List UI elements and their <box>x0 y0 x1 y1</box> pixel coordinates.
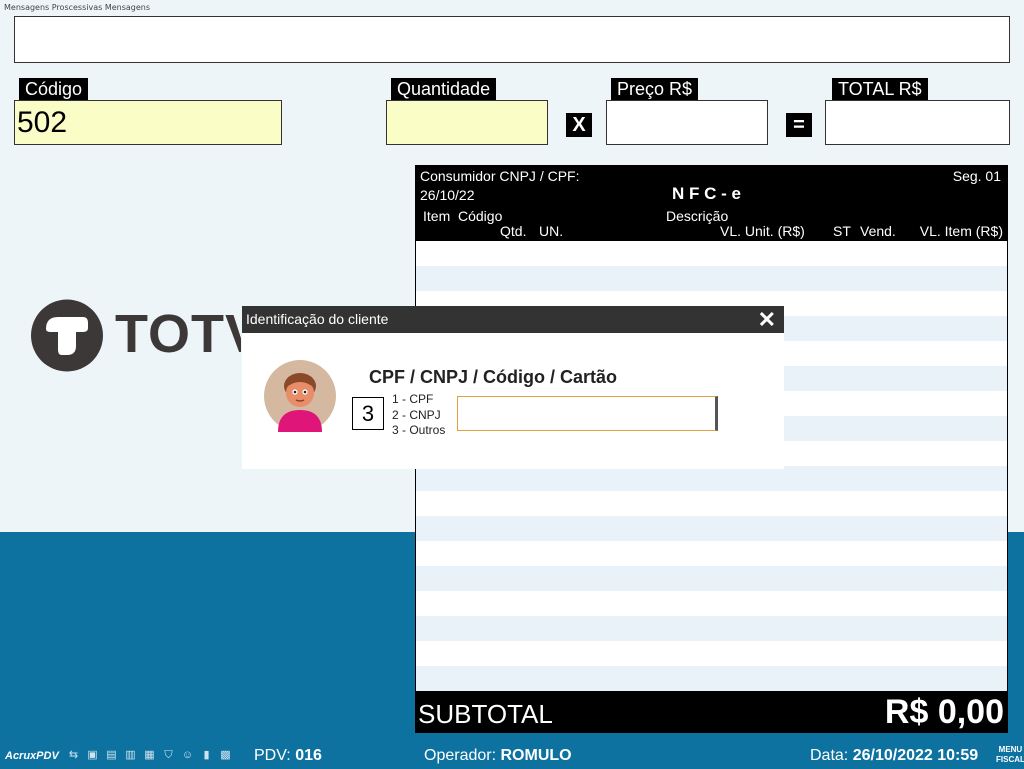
barcode-icon: ▮ <box>203 749 210 761</box>
option-cpf: 1 - CPF <box>392 392 434 406</box>
printer-icon: ▤ <box>106 749 117 761</box>
totvs-logo: TOTV <box>31 299 241 372</box>
codigo-field[interactable]: 502 <box>14 100 282 145</box>
receipt-row <box>416 641 1007 666</box>
status-bar: AcruxPDV ⇆ ▣ ▤ ▥ ▦ ⛉ ☺ ▮ ▩ PDV: 016 Oper… <box>0 742 1024 769</box>
subtotal-value: R$ 0,00 <box>884 693 1004 731</box>
col-item: Item <box>423 208 451 224</box>
col-codigo: Código <box>458 208 503 224</box>
messages-caption: Mensagens Proscessivas Mensagens <box>4 3 151 12</box>
total-label: TOTAL R$ <box>832 78 928 101</box>
menu-fiscal-button[interactable]: MENU FISCAL <box>996 745 1024 765</box>
col-vl-item: VL. Item (R$) <box>919 223 1003 239</box>
subtotal-bar: SUBTOTAL R$ 0,00 <box>416 691 1007 733</box>
logo-text: TOTV <box>115 304 241 364</box>
receipt-row <box>416 491 1007 516</box>
customer-id-dialog: Identificação do cliente ✕ CPF / CNPJ / … <box>242 306 784 469</box>
quantidade-field[interactable] <box>386 100 548 145</box>
pdv-indicator: PDV: 016 <box>254 747 322 765</box>
messages-box <box>14 16 1010 63</box>
pdv-value: 016 <box>295 747 322 764</box>
col-descricao: Descrição <box>666 208 729 224</box>
dialog-title: Identificação do cliente <box>242 306 784 333</box>
customer-avatar-icon <box>264 360 336 432</box>
operator-label: Operador: <box>424 747 497 764</box>
app-name: AcruxPDV <box>5 750 59 762</box>
date-value: 26/10/2022 10:59 <box>852 747 979 764</box>
col-un: UN. <box>539 223 564 239</box>
quantidade-label: Quantidade <box>391 78 497 101</box>
menu-fiscal-line1: MENU <box>998 745 1023 754</box>
col-qtd: Qtd. <box>500 223 527 239</box>
pdv-label: PDV: <box>254 747 291 764</box>
network-icon: ⇆ <box>68 749 79 761</box>
consumer-label: Consumidor CNPJ / CPF: <box>420 168 580 184</box>
receipt-row <box>416 591 1007 616</box>
receipt-row <box>416 241 1007 266</box>
preco-label: Preço R$ <box>611 78 699 101</box>
option-list: 1 - CPF 2 - CNPJ 3 - Outros <box>392 392 445 439</box>
scanner-icon: ▥ <box>125 749 136 761</box>
option-cnpj: 2 - CNPJ <box>392 407 441 422</box>
col-vl-unit: VL. Unit. (R$) <box>720 223 805 239</box>
receipt-row <box>416 541 1007 566</box>
status-icons: ⇆ ▣ ▤ ▥ ▦ ⛉ ☺ ▮ ▩ <box>66 748 233 762</box>
cash-drawer-icon: ▦ <box>144 749 155 761</box>
total-field[interactable] <box>825 100 1010 145</box>
preco-field[interactable] <box>606 100 768 145</box>
dialog-heading: CPF / CNPJ / Código / Cartão <box>369 367 618 387</box>
segment-label: Seg. 01 <box>952 168 1001 184</box>
menu-fiscal-line2: FISCAL <box>996 755 1024 764</box>
subtotal-label: SUBTOTAL <box>418 699 553 729</box>
receipt-header: Consumidor CNPJ / CPF: Seg. 01 26/10/22 … <box>416 165 1007 241</box>
receipt-row <box>416 266 1007 291</box>
col-st: ST <box>833 223 851 239</box>
keyboard-icon: ▩ <box>220 749 231 761</box>
multiply-sign: X <box>566 113 592 137</box>
equals-sign: = <box>786 113 812 137</box>
totvs-logo-mark-icon <box>31 299 103 372</box>
user-icon: ☺ <box>181 749 194 761</box>
receipt-row <box>416 616 1007 641</box>
option-outros: 3 - Outros <box>392 423 446 437</box>
codigo-label: Código <box>19 78 89 101</box>
document-input[interactable] <box>457 396 718 431</box>
col-vend: Vend. <box>860 223 896 239</box>
option-selector[interactable]: 3 <box>352 397 384 430</box>
receipt-row <box>416 666 1007 691</box>
receipt-row <box>416 466 1007 491</box>
computer-icon: ▣ <box>87 749 98 761</box>
date-indicator: Data: 26/10/2022 10:59 <box>810 747 978 765</box>
receipt-row <box>416 516 1007 541</box>
operator-indicator: Operador: ROMULO <box>424 747 572 765</box>
operator-value: ROMULO <box>500 747 572 764</box>
date-label: Data: <box>810 747 849 764</box>
receipt-row <box>416 566 1007 591</box>
shield-icon: ⛉ <box>164 749 173 761</box>
doc-type: N F C - e <box>672 184 741 203</box>
codigo-value: 502 <box>17 106 68 139</box>
close-icon[interactable]: ✕ <box>758 306 776 333</box>
receipt-date: 26/10/22 <box>420 187 475 203</box>
